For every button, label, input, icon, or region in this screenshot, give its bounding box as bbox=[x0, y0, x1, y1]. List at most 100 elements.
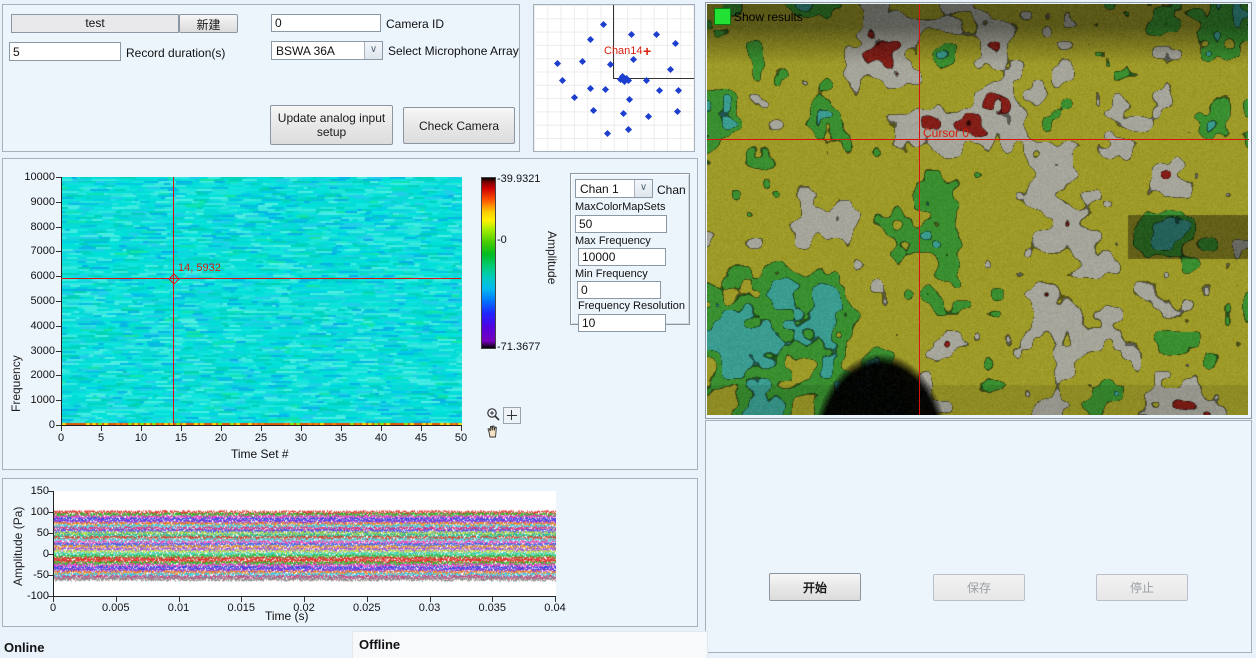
mic-dot bbox=[607, 61, 614, 68]
zoom-tool-icon[interactable] bbox=[485, 407, 501, 422]
x-tick-label: 0.04 bbox=[530, 602, 580, 614]
spectrogram-cursor-label: 14, 5932 bbox=[178, 262, 221, 274]
x-tick-label: 0.01 bbox=[154, 602, 204, 614]
waveform-xlabel: Time (s) bbox=[265, 609, 309, 623]
y-tick-label: 8000 bbox=[9, 221, 55, 233]
camera-image[interactable] bbox=[707, 4, 1248, 415]
y-tick-label: 6000 bbox=[9, 270, 55, 282]
y-tick-mark bbox=[56, 375, 61, 376]
mic-dot bbox=[674, 108, 681, 115]
waveform-panel: 150100500-50-100 00.0050.010.0150.020.02… bbox=[2, 478, 698, 627]
y-tick-mark bbox=[56, 202, 61, 203]
record-duration-label: Record duration(s) bbox=[126, 46, 225, 60]
acquisition-settings-panel: test 新建 Record duration(s) Camera ID BSW… bbox=[2, 4, 520, 152]
save-button[interactable]: 保存 bbox=[933, 574, 1025, 601]
y-tick-mark bbox=[56, 227, 61, 228]
cursor-tool-icon[interactable] bbox=[503, 407, 521, 424]
x-tick-mark bbox=[461, 426, 462, 431]
new-button[interactable]: 新建 bbox=[179, 14, 238, 33]
y-tick-mark bbox=[48, 512, 53, 513]
channel-select-value: Chan 1 bbox=[580, 182, 619, 196]
camera-cursor-hline[interactable] bbox=[707, 139, 1249, 140]
y-tick-label: 10000 bbox=[9, 171, 55, 183]
x-tick-label: 0.025 bbox=[342, 602, 392, 614]
max-frequency-label: Max Frequency bbox=[575, 235, 651, 247]
x-tick-mark bbox=[341, 426, 342, 431]
x-tick-mark bbox=[261, 426, 262, 431]
mic-cursor-label: Chan14 bbox=[604, 45, 643, 57]
y-tick-label: 4000 bbox=[9, 320, 55, 332]
spectrogram-xlabel: Time Set # bbox=[231, 447, 289, 461]
mic-dot bbox=[645, 113, 652, 120]
mic-dot bbox=[587, 36, 594, 43]
mic-array-select[interactable]: BSWA 36A ∨ bbox=[271, 41, 383, 60]
stop-button[interactable]: 停止 bbox=[1096, 574, 1188, 601]
check-camera-button[interactable]: Check Camera bbox=[403, 107, 515, 144]
mic-dots-layer bbox=[534, 5, 694, 151]
y-tick-mark bbox=[56, 301, 61, 302]
x-tick-label: 0.035 bbox=[467, 602, 517, 614]
mic-array-value: BSWA 36A bbox=[276, 44, 335, 58]
camera-cursor-vline[interactable] bbox=[919, 4, 920, 415]
mic-dot bbox=[579, 58, 586, 65]
min-frequency-input[interactable] bbox=[577, 281, 661, 299]
y-tick-mark bbox=[48, 533, 53, 534]
chevron-down-icon[interactable]: ∨ bbox=[364, 42, 382, 59]
mic-dot bbox=[571, 94, 578, 101]
mic-dot bbox=[675, 87, 682, 94]
y-tick-mark bbox=[48, 575, 53, 576]
spectrogram-cursor-vline[interactable] bbox=[173, 177, 174, 425]
chevron-down-icon[interactable]: ∨ bbox=[634, 180, 652, 197]
colorbar-min-label: -71.3677 bbox=[497, 341, 540, 353]
mic-dot bbox=[626, 96, 633, 103]
colorbar-axis-label: Amplitude bbox=[545, 231, 559, 284]
camera-id-label: Camera ID bbox=[386, 17, 444, 31]
x-tick-label: 0.015 bbox=[216, 602, 266, 614]
camera-id-input[interactable] bbox=[271, 14, 381, 32]
mic-array-label: Select Microphone Array bbox=[388, 44, 519, 58]
test-name-combo[interactable]: test bbox=[11, 14, 179, 33]
colorbar[interactable] bbox=[481, 177, 496, 349]
mic-cursor-cross-icon[interactable]: + bbox=[643, 43, 651, 59]
mic-dot bbox=[630, 56, 637, 63]
x-tick-label: 0.005 bbox=[91, 602, 141, 614]
record-duration-input[interactable] bbox=[9, 42, 121, 61]
y-tick-label: 0 bbox=[3, 548, 49, 560]
y-tick-mark bbox=[56, 177, 61, 178]
spectrogram-plot[interactable] bbox=[61, 177, 462, 426]
channel-select[interactable]: Chan 1 ∨ bbox=[575, 179, 653, 198]
frequency-resolution-input[interactable] bbox=[578, 314, 666, 332]
x-tick-mark bbox=[221, 426, 222, 431]
mic-dot bbox=[672, 40, 679, 47]
spectrogram-cursor-hline[interactable] bbox=[61, 278, 461, 279]
y-tick-label: 9000 bbox=[9, 196, 55, 208]
max-frequency-input[interactable] bbox=[578, 248, 666, 266]
mic-dot bbox=[602, 86, 609, 93]
y-tick-mark bbox=[56, 251, 61, 252]
y-tick-mark bbox=[56, 351, 61, 352]
maxcolormapsets-label: MaxColorMapSets bbox=[575, 201, 665, 213]
show-results-led[interactable] bbox=[714, 8, 731, 25]
x-tick-mark bbox=[421, 426, 422, 431]
start-button[interactable]: 开始 bbox=[769, 573, 861, 601]
show-results-label: Show results bbox=[734, 10, 803, 24]
min-frequency-label: Min Frequency bbox=[575, 268, 648, 280]
waveform-ylabel: Amplitude (Pa) bbox=[11, 507, 25, 586]
pan-hand-icon[interactable] bbox=[485, 424, 501, 439]
mic-dot bbox=[643, 77, 650, 84]
x-tick-mark bbox=[381, 426, 382, 431]
y-tick-mark bbox=[48, 554, 53, 555]
offline-status-label: Offline bbox=[359, 637, 400, 652]
y-tick-label: 150 bbox=[3, 485, 49, 497]
mic-dot bbox=[667, 66, 674, 73]
online-status-label: Online bbox=[4, 640, 44, 655]
frequency-resolution-label: Frequency Resolution bbox=[578, 300, 685, 312]
mic-dot bbox=[620, 110, 627, 117]
mic-array-plot[interactable]: Chan14 + bbox=[533, 4, 695, 152]
update-analog-input-button[interactable]: Update analog input setup bbox=[270, 105, 393, 145]
test-name-value: test bbox=[85, 16, 104, 30]
waveform-plot[interactable] bbox=[53, 491, 556, 597]
mic-dot bbox=[656, 87, 663, 94]
acoustic-camera-app-window: test 新建 Record duration(s) Camera ID BSW… bbox=[0, 0, 1256, 658]
maxcolormapsets-input[interactable] bbox=[575, 215, 667, 233]
